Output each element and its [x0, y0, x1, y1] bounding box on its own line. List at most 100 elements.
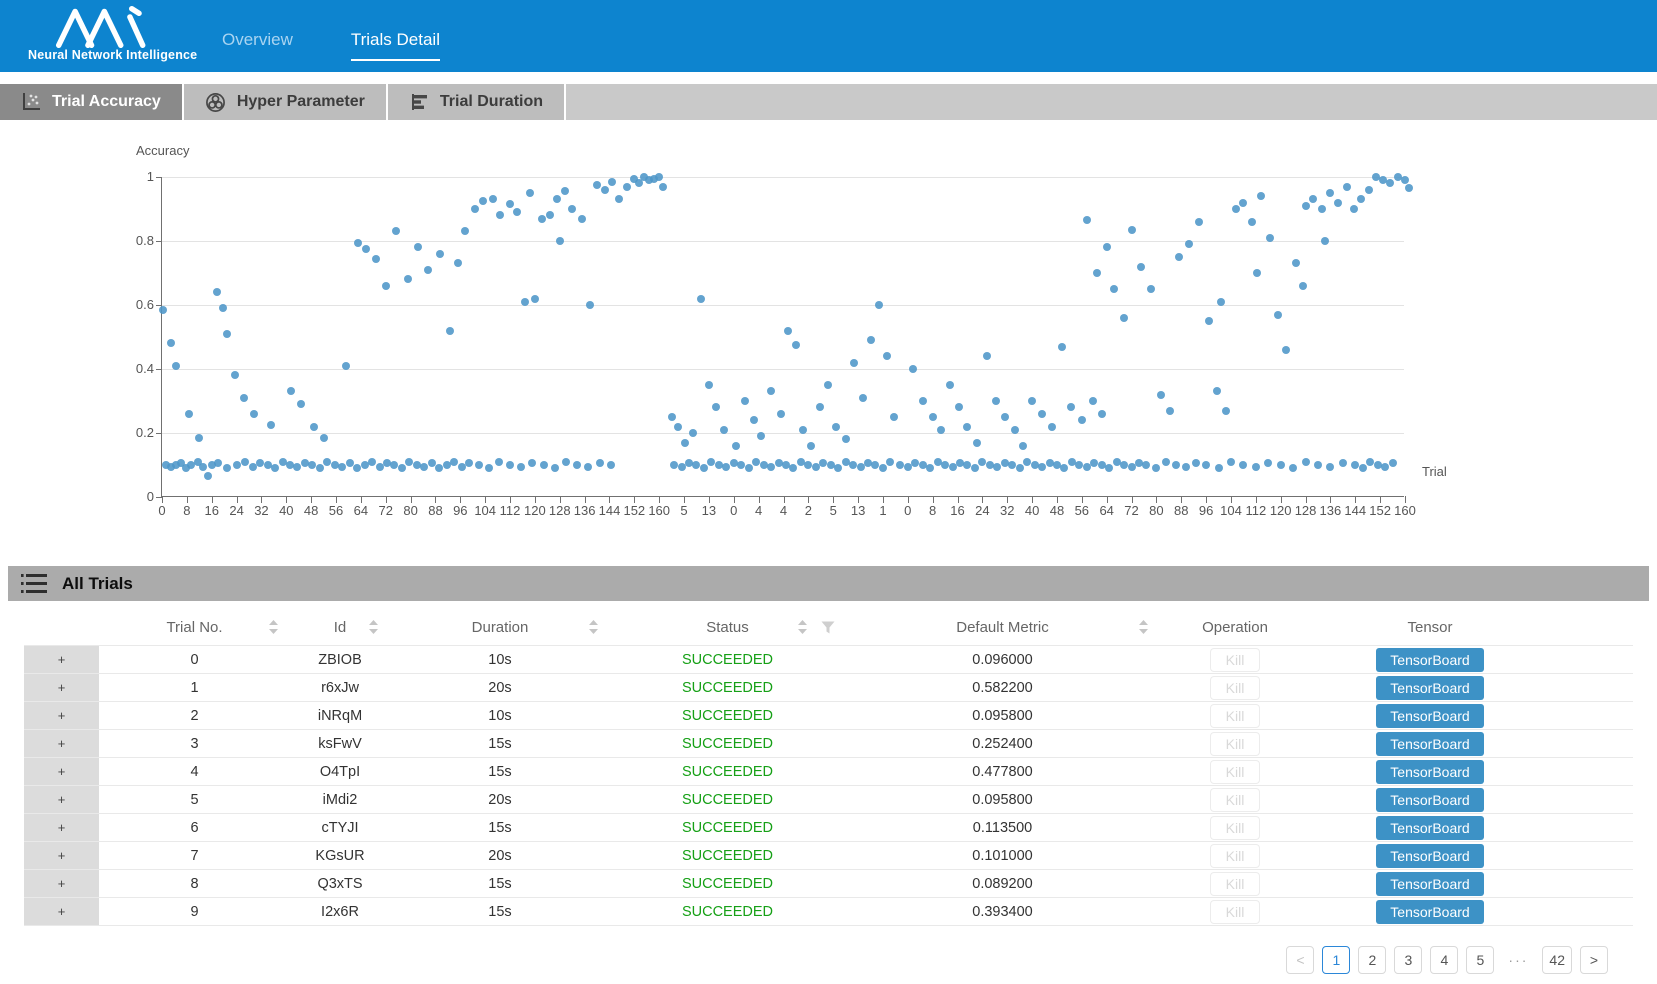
- scatter-point: [1314, 461, 1322, 469]
- sort-icon[interactable]: [269, 620, 278, 634]
- scatter-point: [485, 464, 493, 472]
- x-tick: [411, 496, 412, 503]
- expand-cell: +: [24, 674, 99, 701]
- x-tick: [162, 496, 163, 503]
- cell-duration: 10s: [390, 652, 610, 668]
- filter-icon[interactable]: [821, 621, 835, 634]
- scatter-point: [271, 464, 279, 472]
- expand-button[interactable]: +: [58, 709, 66, 722]
- tensorboard-button[interactable]: TensorBoard: [1376, 816, 1483, 840]
- kill-button[interactable]: Kill: [1210, 816, 1261, 840]
- expand-button[interactable]: +: [58, 737, 66, 750]
- expand-button[interactable]: +: [58, 849, 66, 862]
- expand-button[interactable]: +: [58, 821, 66, 834]
- x-tick: [858, 496, 859, 503]
- header-label: Status: [706, 619, 749, 636]
- scatter-point: [1202, 461, 1210, 469]
- table-row: + 9 I2x6R 15s SUCCEEDED 0.393400 Kill Te…: [24, 898, 1633, 926]
- kill-button[interactable]: Kill: [1210, 844, 1261, 868]
- sort-icon[interactable]: [1139, 620, 1148, 634]
- page-button-4[interactable]: 4: [1430, 946, 1458, 974]
- tensorboard-button[interactable]: TensorBoard: [1376, 760, 1483, 784]
- y-tick-label: 0.6: [118, 297, 154, 312]
- scatter-point: [732, 442, 740, 450]
- tensorboard-button[interactable]: TensorBoard: [1376, 872, 1483, 896]
- scatter-point: [420, 463, 428, 471]
- x-tick: [1380, 496, 1381, 503]
- scatter-point: [1192, 459, 1200, 467]
- scatter-point: [883, 352, 891, 360]
- scatter-point: [705, 381, 713, 389]
- scatter-point: [231, 371, 239, 379]
- sort-icon[interactable]: [369, 620, 378, 634]
- table-row: + 5 iMdi2 20s SUCCEEDED 0.095800 Kill Te…: [24, 786, 1633, 814]
- sort-icon[interactable]: [589, 620, 598, 634]
- tensorboard-button[interactable]: TensorBoard: [1376, 676, 1483, 700]
- prev-page-button[interactable]: <: [1286, 946, 1314, 974]
- scatter-point: [1334, 199, 1342, 207]
- scatter-point: [946, 381, 954, 389]
- page-button-1[interactable]: 1: [1322, 946, 1350, 974]
- nni-logo: Neural Network Intelligence: [28, 4, 188, 62]
- next-page-button[interactable]: >: [1580, 946, 1608, 974]
- chart-toolbar: Trial Accuracy Hyper Parameter Trial Dur…: [0, 84, 1657, 120]
- expand-button[interactable]: +: [58, 653, 66, 666]
- tensorboard-button[interactable]: TensorBoard: [1376, 732, 1483, 756]
- nav-tab-trials-detail[interactable]: Trials Detail: [351, 30, 440, 61]
- scatter-point: [1128, 226, 1136, 234]
- kill-button[interactable]: Kill: [1210, 648, 1261, 672]
- cell-status: SUCCEEDED: [610, 792, 845, 808]
- table-row: + 2 iNRqM 10s SUCCEEDED 0.095800 Kill Te…: [24, 702, 1633, 730]
- tab-trial-duration[interactable]: Trial Duration: [388, 84, 566, 120]
- scatter-point: [1142, 461, 1150, 469]
- kill-button[interactable]: Kill: [1210, 788, 1261, 812]
- scatter-point: [461, 227, 469, 235]
- scatter-point: [506, 200, 514, 208]
- scatter-point: [204, 472, 212, 480]
- scatter-icon: [21, 92, 41, 112]
- x-tick: [883, 496, 884, 503]
- tab-hyper-parameter[interactable]: Hyper Parameter: [184, 84, 388, 120]
- tensorboard-button[interactable]: TensorBoard: [1376, 844, 1483, 868]
- kill-button[interactable]: Kill: [1210, 760, 1261, 784]
- cell-duration: 20s: [390, 792, 610, 808]
- cell-duration: 20s: [390, 680, 610, 696]
- kill-button[interactable]: Kill: [1210, 732, 1261, 756]
- page-button-2[interactable]: 2: [1358, 946, 1386, 974]
- page-button-5[interactable]: 5: [1466, 946, 1494, 974]
- expand-button[interactable]: +: [58, 877, 66, 890]
- tensorboard-button[interactable]: TensorBoard: [1376, 788, 1483, 812]
- table-row: + 8 Q3xTS 15s SUCCEEDED 0.089200 Kill Te…: [24, 870, 1633, 898]
- expand-button[interactable]: +: [58, 905, 66, 918]
- page-button-42[interactable]: 42: [1542, 946, 1572, 974]
- trials-table-body: + 0 ZBIOB 10s SUCCEEDED 0.096000 Kill Te…: [24, 645, 1633, 926]
- scatter-point: [674, 423, 682, 431]
- expand-button[interactable]: +: [58, 793, 66, 806]
- x-tick: [361, 496, 362, 503]
- page-button-3[interactable]: 3: [1394, 946, 1422, 974]
- scatter-point: [886, 458, 894, 466]
- scatter-point: [689, 429, 697, 437]
- kill-button[interactable]: Kill: [1210, 704, 1261, 728]
- expand-button[interactable]: +: [58, 765, 66, 778]
- scatter-point: [1038, 463, 1046, 471]
- cell-id: iMdi2: [290, 792, 390, 808]
- expand-button[interactable]: +: [58, 681, 66, 694]
- sort-icon[interactable]: [798, 620, 807, 634]
- kill-button[interactable]: Kill: [1210, 872, 1261, 896]
- tensorboard-button[interactable]: TensorBoard: [1376, 900, 1483, 924]
- tensorboard-button[interactable]: TensorBoard: [1376, 704, 1483, 728]
- kill-button[interactable]: Kill: [1210, 676, 1261, 700]
- x-tick: [1256, 496, 1257, 503]
- scatter-point: [1137, 263, 1145, 271]
- x-tick: [560, 496, 561, 503]
- nav-tab-overview[interactable]: Overview: [222, 30, 293, 61]
- scatter-point: [517, 463, 525, 471]
- scatter-point: [342, 362, 350, 370]
- tensorboard-button[interactable]: TensorBoard: [1376, 648, 1483, 672]
- kill-button[interactable]: Kill: [1210, 900, 1261, 924]
- scatter-point: [1386, 179, 1394, 187]
- nni-logo-icon: [53, 6, 163, 48]
- scatter-point: [506, 461, 514, 469]
- tab-trial-accuracy[interactable]: Trial Accuracy: [0, 84, 184, 120]
